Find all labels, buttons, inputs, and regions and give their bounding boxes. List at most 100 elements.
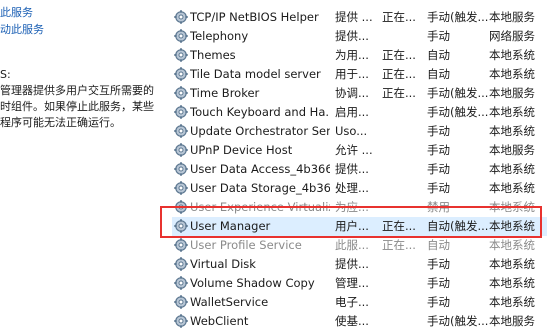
service-logon-as: 本地服务 bbox=[489, 86, 535, 100]
service-name: WalletService bbox=[190, 295, 269, 309]
service-description: 为应... bbox=[335, 200, 369, 214]
service-name: Themes bbox=[190, 48, 236, 62]
service-row[interactable]: User Data Access_4b366 提供... 手动 本地系统 bbox=[172, 160, 547, 179]
service-logon-as: 本地系统 bbox=[489, 162, 535, 176]
gear-icon bbox=[174, 160, 188, 179]
service-startup-type: 自动 bbox=[427, 67, 450, 81]
service-description: 使基... bbox=[335, 314, 369, 328]
service-logon-as: 本地系统 bbox=[489, 124, 535, 138]
service-name: Update Orchestrator Ser... bbox=[190, 124, 330, 138]
service-description: 此服... bbox=[335, 238, 369, 252]
gear-icon bbox=[174, 27, 188, 46]
service-row[interactable]: User Profile Service 此服... 正在... 自动 本地系统 bbox=[172, 236, 547, 255]
service-logon-as: 本地系统 bbox=[489, 105, 535, 119]
gear-icon bbox=[174, 217, 188, 236]
service-description: 为用... bbox=[335, 48, 369, 62]
service-startup-type: 手动 bbox=[427, 295, 450, 309]
service-name: User Data Access_4b366 bbox=[190, 162, 330, 176]
service-name: WebClient bbox=[190, 314, 249, 328]
service-logon-as: 本地系统 bbox=[489, 276, 535, 290]
service-row[interactable]: WebClient 使基... 手动(触发... 本地服务 bbox=[172, 312, 547, 331]
service-logon-as: 本地系统 bbox=[489, 219, 535, 233]
service-status: 正在... bbox=[382, 48, 416, 62]
service-description: Uso... bbox=[335, 124, 368, 138]
service-row[interactable]: User Data Storage_4b366 处理... 手动 本地系统 bbox=[172, 179, 547, 198]
gear-icon bbox=[174, 198, 188, 217]
gear-icon bbox=[174, 65, 188, 84]
service-startup-type: 手动 bbox=[427, 257, 450, 271]
service-name: User Data Storage_4b366 bbox=[190, 181, 330, 195]
service-name: Touch Keyboard and Ha... bbox=[190, 105, 330, 119]
gear-icon bbox=[174, 103, 188, 122]
service-name: TCP/IP NetBIOS Helper bbox=[190, 10, 319, 24]
service-startup-type: 禁用 bbox=[427, 200, 450, 214]
service-row[interactable]: User Experience Virtualiz... 为应... 禁用 本地系统 bbox=[172, 198, 547, 217]
service-name: Telephony bbox=[190, 29, 249, 43]
service-logon-as: 本地系统 bbox=[489, 67, 535, 81]
service-startup-type: 手动(触发... bbox=[427, 314, 489, 328]
service-description: 提供... bbox=[335, 29, 369, 43]
service-description: 处理... bbox=[335, 181, 369, 195]
service-status: 正在... bbox=[382, 238, 416, 252]
service-description: 提供... bbox=[335, 162, 369, 176]
restart-service-link[interactable]: 动此服务 bbox=[0, 21, 44, 38]
service-startup-type: 手动 bbox=[427, 162, 450, 176]
stop-service-link[interactable]: 此服务 bbox=[0, 4, 33, 21]
service-row[interactable]: Themes 为用... 正在... 自动 本地系统 bbox=[172, 46, 547, 65]
gear-icon bbox=[174, 274, 188, 293]
service-startup-type: 手动 bbox=[427, 181, 450, 195]
description-text-line: 时组件。如果停止此服务，某些 bbox=[0, 100, 154, 113]
service-status: 正在... bbox=[382, 67, 416, 81]
service-startup-type: 手动(触发... bbox=[427, 10, 489, 24]
service-row[interactable]: Volume Shadow Copy 管理... 手动 本地系统 bbox=[172, 274, 547, 293]
service-name: Tile Data model server bbox=[190, 67, 321, 81]
service-name: Virtual Disk bbox=[190, 257, 256, 271]
service-name: User Experience Virtualiz... bbox=[190, 200, 330, 214]
service-logon-as: 网络服务 bbox=[489, 29, 535, 43]
service-description: 用于... bbox=[335, 67, 369, 81]
gear-icon bbox=[174, 293, 188, 312]
gear-icon bbox=[174, 255, 188, 274]
service-description: 管理... bbox=[335, 276, 369, 290]
service-name: UPnP Device Host bbox=[190, 143, 293, 157]
service-description: 电子... bbox=[335, 295, 369, 309]
gear-icon bbox=[174, 46, 188, 65]
service-row[interactable]: WalletService 电子... 手动 本地系统 bbox=[172, 293, 547, 312]
gear-icon bbox=[174, 8, 188, 27]
service-logon-as: 本地服务 bbox=[489, 10, 535, 24]
service-row[interactable]: Tile Data model server 用于... 正在... 自动 本地系统 bbox=[172, 65, 547, 84]
service-logon-as: 本地系统 bbox=[489, 295, 535, 309]
service-description: 提供 ... bbox=[335, 10, 373, 24]
service-name: Time Broker bbox=[190, 86, 260, 100]
service-description: 用户... bbox=[335, 219, 369, 233]
service-status: 正在... bbox=[382, 10, 416, 24]
service-row[interactable]: TCP/IP NetBIOS Helper 提供 ... 正在... 手动(触发...… bbox=[172, 8, 547, 27]
gear-icon bbox=[174, 122, 188, 141]
service-startup-type: 手动 bbox=[427, 276, 450, 290]
service-row[interactable]: Virtual Disk 提供... 手动 本地系统 bbox=[172, 255, 547, 274]
service-row[interactable]: Touch Keyboard and Ha... 启用... 手动(触发... 本地系… bbox=[172, 103, 547, 122]
service-logon-as: 本地系统 bbox=[489, 200, 535, 214]
service-row[interactable]: Update Orchestrator Ser... Uso... 手动 本地系统 bbox=[172, 122, 547, 141]
service-startup-type: 自动 bbox=[427, 48, 450, 62]
service-row[interactable]: Telephony 提供... 手动 网络服务 bbox=[172, 27, 547, 46]
description-text-line: 程序可能无法正确运行。 bbox=[0, 116, 121, 129]
service-logon-as: 本地系统 bbox=[489, 238, 535, 252]
service-startup-type: 手动(触发... bbox=[427, 105, 489, 119]
gear-icon bbox=[174, 141, 188, 160]
service-row[interactable]: Time Broker 协调... 正在... 手动(触发... 本地服务 bbox=[172, 84, 547, 103]
service-startup-type: 手动 bbox=[427, 124, 450, 138]
service-name: User Manager bbox=[190, 219, 271, 233]
service-logon-as: 本地系统 bbox=[489, 257, 535, 271]
gear-icon bbox=[174, 236, 188, 255]
gear-icon bbox=[174, 84, 188, 103]
service-description: 提供... bbox=[335, 257, 369, 271]
service-row[interactable]: User Manager 用户... 正在... 自动(触发... 本地系统 bbox=[172, 217, 547, 236]
service-description: 协调... bbox=[335, 86, 369, 100]
description-heading: S: bbox=[0, 68, 11, 81]
services-table: TCP/IP NetBIOS Helper 提供 ... 正在... 手动(触发...… bbox=[172, 0, 547, 330]
service-startup-type: 手动 bbox=[427, 143, 450, 157]
service-logon-as: 本地服务 bbox=[489, 314, 535, 328]
service-row[interactable]: UPnP Device Host 允许 ... 手动 本地服务 bbox=[172, 141, 547, 160]
service-logon-as: 本地服务 bbox=[489, 143, 535, 157]
